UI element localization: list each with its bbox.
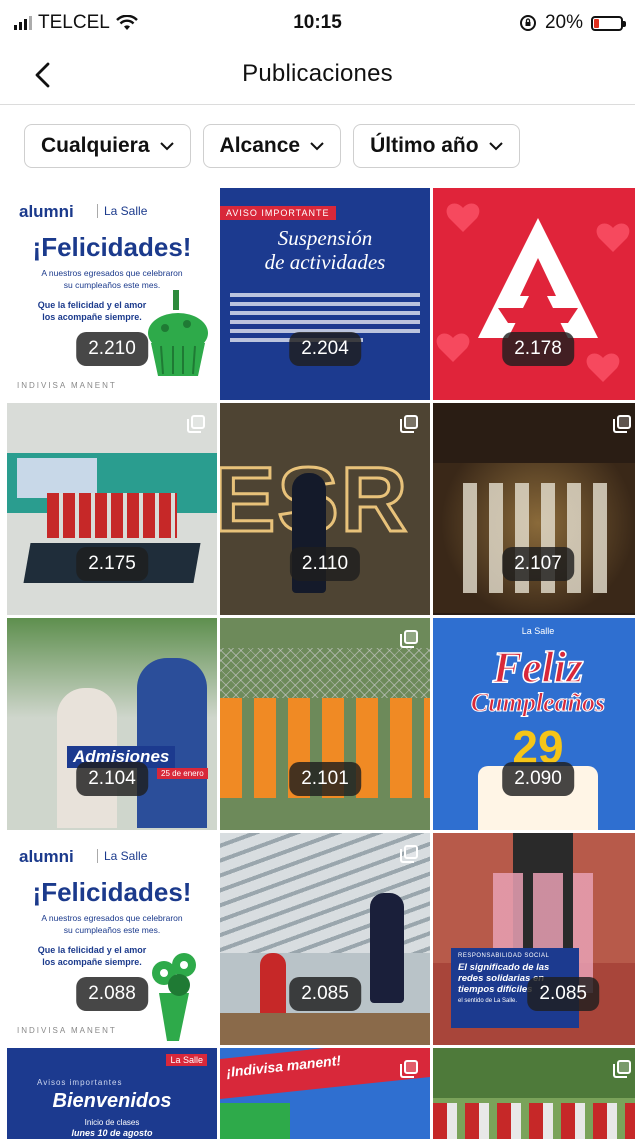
filter-label: Alcance (219, 134, 301, 157)
post-text: Inicio de clases (84, 1118, 140, 1127)
post-tile[interactable]: 2.175 (7, 403, 217, 615)
reach-count: 2.175 (76, 547, 148, 581)
reach-count: 2.178 (502, 332, 574, 366)
filter-period-dropdown[interactable]: Último año (353, 124, 520, 168)
post-footer: INDIVISA MANENT (17, 1026, 117, 1035)
carousel-icon (400, 630, 418, 648)
reach-count: 2.110 (289, 547, 361, 581)
post-tile[interactable]: Admisiones 25 de enero 2.104 (7, 618, 217, 830)
photo-floor (220, 1013, 430, 1045)
post-tile[interactable]: alumni La Salle ¡Felicidades! A nuestros… (7, 833, 217, 1045)
photo-people (47, 493, 177, 538)
post-headline: ¡Felicidades! (32, 877, 192, 907)
filter-bar: Cualquiera Alcance Último año (24, 124, 520, 168)
flower-bouquet-illustration (152, 953, 196, 1041)
photo-player (370, 893, 404, 1003)
school-logo: La Salle (166, 1054, 207, 1066)
reach-count: 2.088 (76, 977, 148, 1011)
post-text: A nuestros egresados que celebraron (41, 268, 183, 278)
post-tag: AVISO IMPORTANTE (220, 206, 336, 220)
reach-count: 2.204 (289, 332, 361, 366)
status-right: 20% (519, 12, 626, 34)
filter-label: Cualquiera (41, 134, 150, 157)
carousel-icon (400, 415, 418, 433)
carousel-icon (400, 1060, 418, 1078)
battery-icon (591, 15, 626, 31)
post-tile[interactable] (433, 1048, 635, 1139)
reach-count: 2.107 (502, 547, 574, 581)
reach-count: 2.101 (289, 762, 361, 796)
post-footer: INDIVISA MANENT (17, 381, 117, 390)
reach-count: 2.210 (76, 332, 148, 366)
post-tile[interactable]: ¡Indivisa manent! (220, 1048, 430, 1139)
post-tile[interactable]: La Salle Avisos importantes Bienvenidos … (7, 1048, 217, 1139)
chevron-down-icon (488, 141, 503, 150)
post-text: lunes 10 de agosto (71, 1128, 153, 1138)
post-headline: ¡Felicidades! (32, 232, 192, 262)
carousel-icon (613, 1060, 631, 1078)
post-headline: de actividades (264, 250, 386, 274)
page-title: Publicaciones (242, 60, 393, 87)
carousel-icon (187, 415, 205, 433)
post-tag: RESPONSABILIDAD SOCIAL (458, 953, 550, 959)
status-bar: TELCEL 10:15 20% (0, 0, 635, 46)
post-text: su cumpleaños este mes. (63, 925, 161, 935)
chevron-down-icon (159, 141, 174, 150)
reach-count: 2.090 (502, 762, 574, 796)
post-tile[interactable]: 2.085 (220, 833, 430, 1045)
chevron-down-icon (310, 141, 324, 150)
post-tile[interactable]: ESR 2.110 (220, 403, 430, 615)
cupcake-illustration (148, 290, 208, 376)
photo-people (433, 1103, 635, 1139)
post-headline: Feliz (492, 642, 584, 693)
photo-windows (17, 458, 97, 498)
post-tile[interactable]: 2.101 (220, 618, 430, 830)
post-tag: Avisos importantes (37, 1078, 123, 1087)
orientation-lock-icon (519, 15, 536, 31)
post-tile[interactable]: alumni La Salle ¡Felicidades! A nuestros… (7, 188, 217, 400)
filter-type-dropdown[interactable]: Cualquiera (24, 124, 191, 168)
alumni-logo: alumni (19, 847, 74, 866)
post-tile[interactable]: AVISO IMPORTANTE Suspensión de actividad… (220, 188, 430, 400)
post-tile[interactable]: 2.178 (433, 188, 635, 400)
post-headline: Cumpleaños (470, 688, 606, 718)
battery-percent: 20% (544, 12, 583, 33)
post-tile[interactable]: La Salle Feliz Cumpleaños 29 2.090 (433, 618, 635, 830)
filter-metric-dropdown[interactable]: Alcance (202, 124, 342, 168)
photo-trees (433, 1048, 635, 1098)
post-shape (220, 1103, 290, 1139)
navigation-bar: Publicaciones (0, 46, 635, 105)
reach-count: 2.085 (289, 977, 361, 1011)
post-date: 25 de enero (157, 768, 208, 779)
reach-count: 2.104 (76, 762, 148, 796)
post-tile[interactable]: 2.107 (433, 403, 635, 615)
carousel-icon (400, 845, 418, 863)
post-text: A nuestros egresados que celebraron (41, 913, 183, 923)
school-logo: La Salle (97, 849, 147, 863)
photo-student (137, 658, 207, 828)
post-headline: Suspensión (277, 226, 373, 250)
school-logo: La Salle (521, 626, 555, 636)
post-tile[interactable]: RESPONSABILIDAD SOCIAL El significado de… (433, 833, 635, 1045)
post-headline: Bienvenidos (52, 1090, 172, 1112)
carousel-icon (613, 415, 631, 433)
alumni-logo: alumni (19, 202, 74, 221)
school-logo: La Salle (97, 204, 147, 218)
reach-count: 2.085 (527, 977, 599, 1011)
filter-label: Último año (370, 134, 479, 157)
